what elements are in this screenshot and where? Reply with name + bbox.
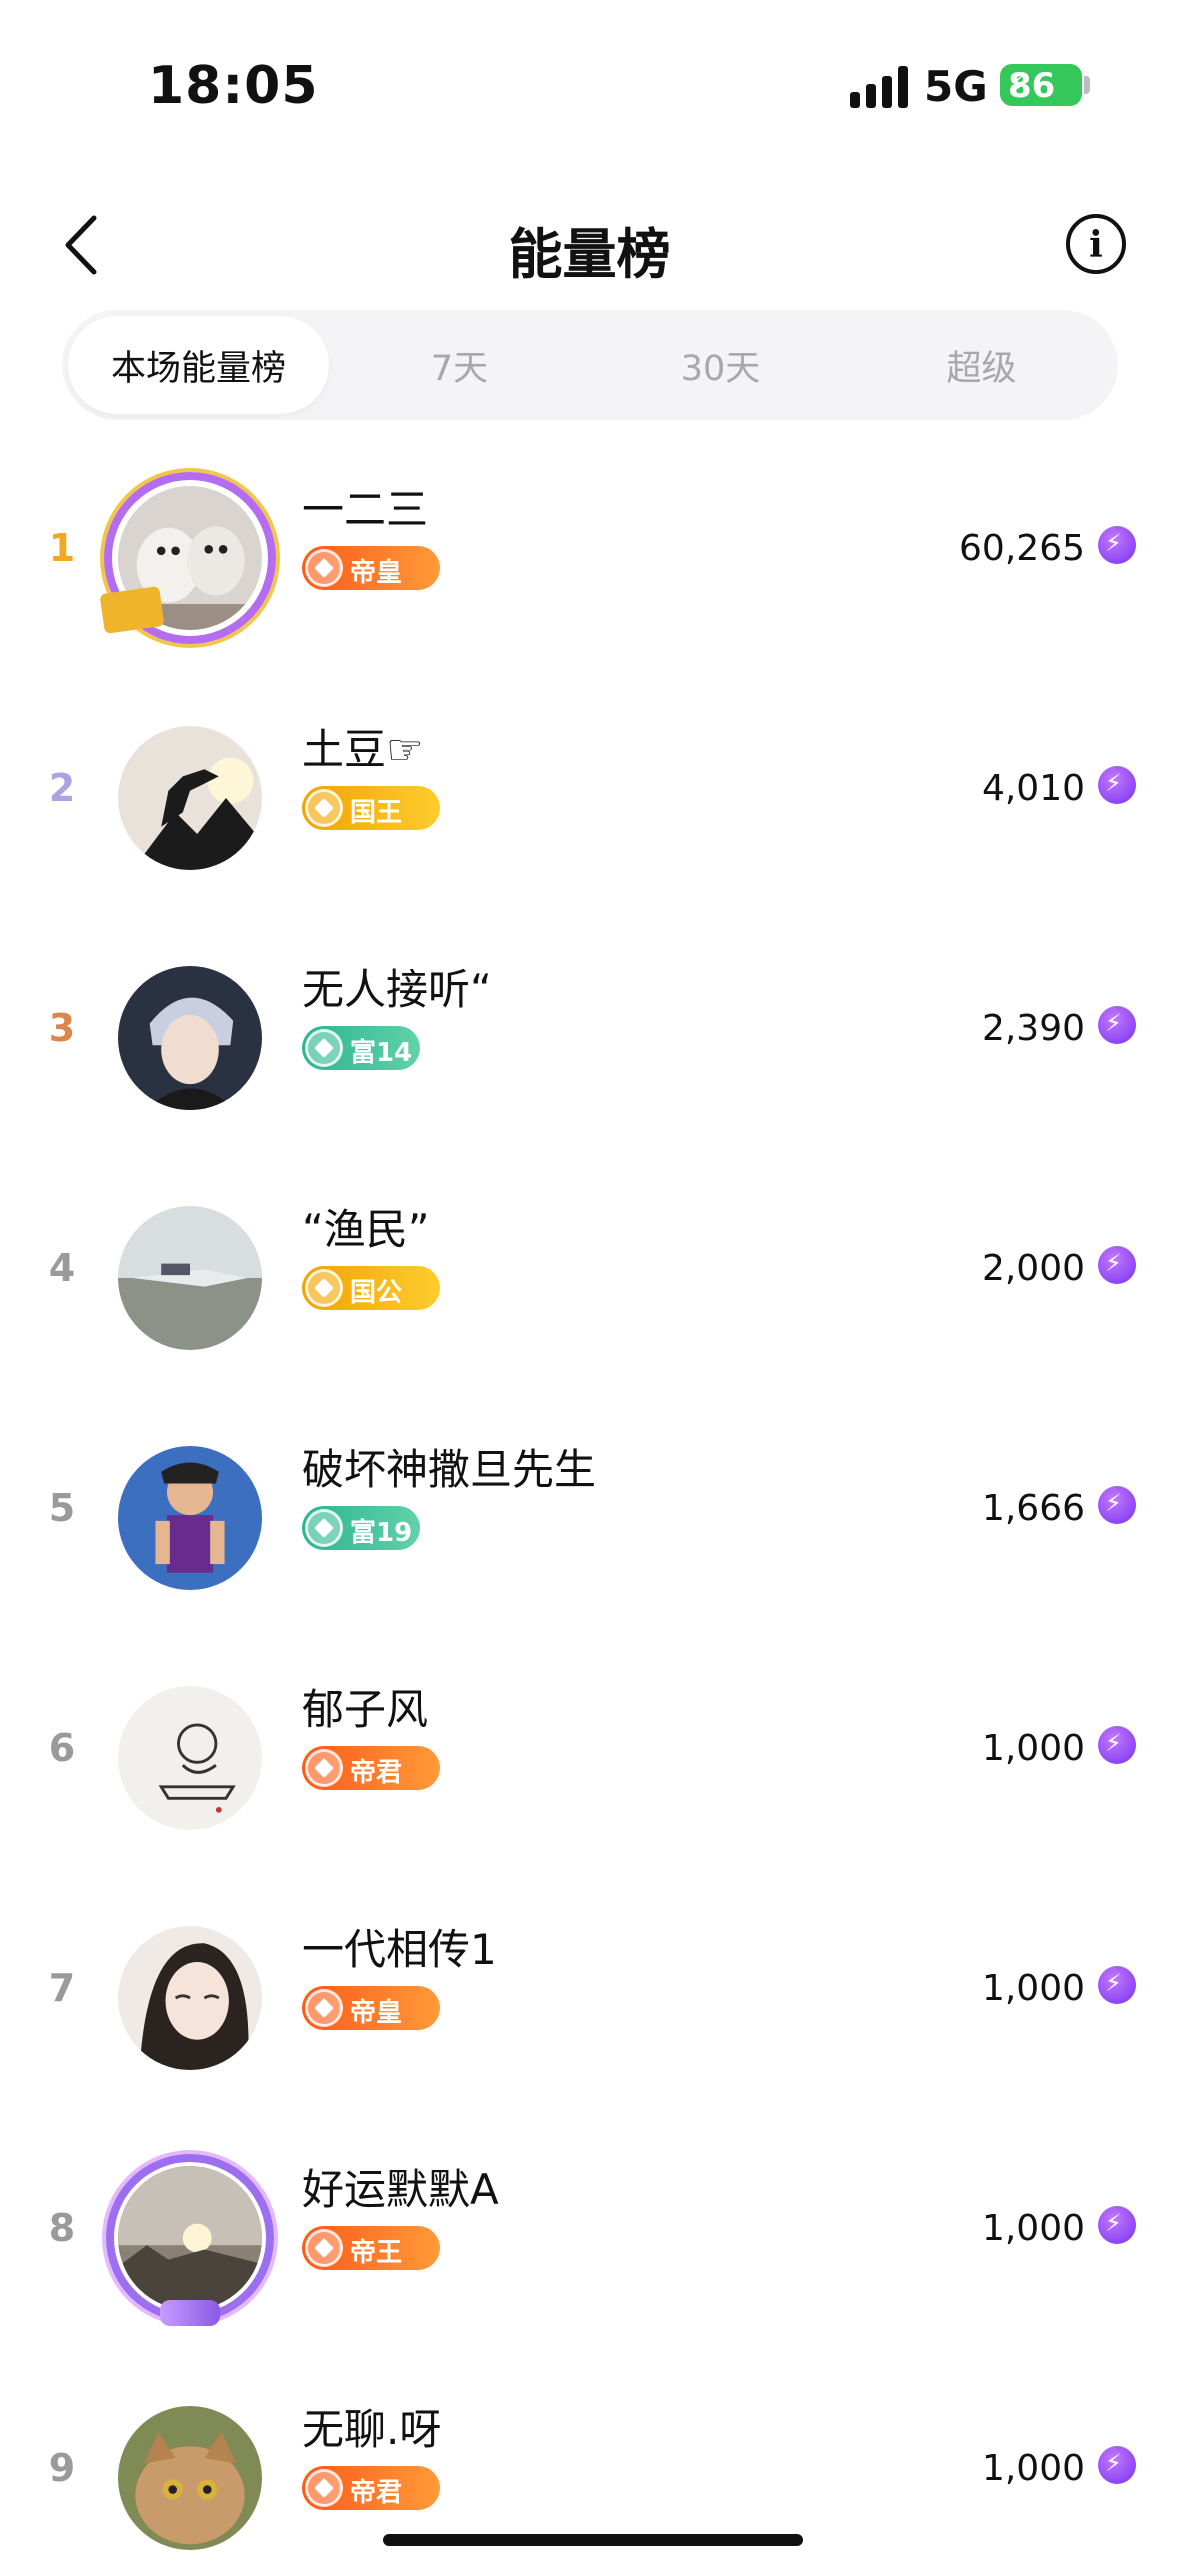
rank-badge: 帝皇 — [302, 546, 440, 590]
rank-number: 5 — [48, 1486, 76, 1530]
avatar — [118, 2406, 262, 2550]
user-name: 无聊.呀 — [302, 2405, 442, 2454]
user-name: 破坏神撒旦先生 — [302, 1445, 597, 1494]
chevron-badge-icon — [305, 2229, 343, 2267]
avatar — [118, 966, 262, 1110]
energy-value: 1,666 — [981, 1488, 1085, 1529]
battery-icon: 86 ⚡ — [1000, 64, 1082, 106]
period-tabs: 本场能量榜 7天 30天 超级 — [62, 310, 1118, 420]
rank-number: 7 — [48, 1966, 76, 2010]
ink-sketch-avatar-icon — [118, 1686, 262, 1830]
energy-bolt-icon — [1098, 2206, 1136, 2244]
rank-badge: 国公 — [302, 1266, 440, 1310]
user-name: “渔民” — [302, 1205, 430, 1254]
ranking-row[interactable]: 2 土豆☞ 国王 4,010 — [0, 680, 1179, 920]
chevron-badge-icon — [305, 1749, 343, 1787]
user-name: 一二三 — [302, 485, 429, 534]
user-name: 好运默默A — [302, 2165, 499, 2214]
battery-tip — [1084, 76, 1090, 94]
network-type: 5G — [924, 62, 988, 111]
user-name: 无人接听“ — [302, 965, 492, 1014]
user-name: 一代相传1 — [302, 1925, 497, 1974]
ranking-row[interactable]: 4 “渔民” 国公 2,000 — [0, 1160, 1179, 1400]
tab-7-days[interactable]: 7天 — [329, 316, 590, 414]
user-name: 郁子风 — [302, 1685, 429, 1734]
energy-bolt-icon — [1098, 1486, 1136, 1524]
diamond-badge-icon — [305, 549, 343, 587]
avatar — [118, 1446, 262, 1590]
ranking-row[interactable]: 1 一二三 帝皇 60,265 — [0, 440, 1179, 680]
cat-photo-avatar-icon — [118, 2406, 262, 2550]
ranking-row[interactable]: 5 破坏神撒旦先生 富19 1,666 — [0, 1400, 1179, 1640]
energy-value: 1,000 — [981, 2208, 1085, 2249]
ranking-row[interactable]: 7 一代相传1 帝皇 1,000 — [0, 1880, 1179, 2120]
energy-bolt-icon — [1098, 2446, 1136, 2484]
energy-bolt-icon — [1098, 766, 1136, 804]
rank-number: 3 — [48, 1006, 76, 1050]
silhouette-climbers-avatar-icon — [118, 726, 262, 870]
energy-value: 1,000 — [981, 1968, 1085, 2009]
ranking-row[interactable]: 6 郁子风 帝君 1,000 — [0, 1640, 1179, 1880]
energy-value: 2,000 — [981, 1248, 1085, 1289]
charging-bolt-icon: ⚡ — [1008, 68, 1028, 101]
wealth-badge-icon — [305, 1029, 343, 1067]
tab-30-days[interactable]: 30天 — [590, 316, 851, 414]
avatar — [118, 1206, 262, 1350]
energy-value: 1,000 — [981, 1728, 1085, 1769]
rank-number: 1 — [48, 526, 76, 570]
ranking-row[interactable]: 3 无人接听“ 富14 2,390 — [0, 920, 1179, 1160]
energy-value: 60,265 — [959, 528, 1085, 569]
energy-value: 1,000 — [981, 2448, 1085, 2489]
rank-badge: 帝君 — [302, 1746, 440, 1790]
cartoon-character-avatar-icon — [118, 1446, 262, 1590]
rank-number: 2 — [48, 766, 76, 810]
tab-super[interactable]: 超级 — [851, 316, 1112, 414]
avatar — [118, 1686, 262, 1830]
anime-boy-avatar-icon — [118, 966, 262, 1110]
info-button[interactable]: i — [1066, 214, 1126, 274]
rank-number: 8 — [48, 2206, 76, 2250]
girl-portrait-avatar-icon — [118, 1926, 262, 2070]
tab-current-session[interactable]: 本场能量榜 — [68, 316, 329, 414]
chevron-badge-icon — [305, 2469, 343, 2507]
rank-number: 9 — [48, 2446, 76, 2490]
energy-bolt-icon — [1098, 1966, 1136, 2004]
gold-card-icon — [99, 586, 165, 634]
energy-bolt-icon — [1098, 1726, 1136, 1764]
diamond-badge-icon — [305, 1989, 343, 2027]
energy-value: 2,390 — [981, 1008, 1085, 1049]
energy-bolt-icon — [1098, 526, 1136, 564]
energy-value: 4,010 — [981, 768, 1085, 809]
rank-badge: 富19 — [302, 1506, 420, 1550]
boats-lake-avatar-icon — [118, 1206, 262, 1350]
ranking-row[interactable]: 8 好运默默A 帝王 1,000 — [0, 2120, 1179, 2360]
status-bar: 18:05 5G 86 ⚡ — [0, 0, 1179, 170]
energy-bolt-icon — [1098, 1246, 1136, 1284]
energy-bolt-icon — [1098, 1006, 1136, 1044]
sunset-landscape-avatar-icon — [118, 2166, 262, 2310]
rank-badge: 帝王 — [302, 2226, 440, 2270]
ranking-row[interactable]: 9 无聊.呀 帝君 1,000 — [0, 2360, 1179, 2556]
rank-badge: 国王 — [302, 786, 440, 830]
rank-number: 6 — [48, 1726, 76, 1770]
diamond-badge-icon — [305, 1269, 343, 1307]
rank-badge: 富14 — [302, 1026, 420, 1070]
avatar — [118, 2166, 262, 2310]
diamond-badge-icon — [305, 789, 343, 827]
avatar — [118, 1926, 262, 2070]
page-title: 能量榜 — [508, 223, 671, 286]
home-indicator[interactable] — [383, 2534, 803, 2546]
rank-badge: 帝君 — [302, 2466, 440, 2510]
user-name: 土豆☞ — [302, 725, 424, 774]
signal-strength-icon — [850, 66, 908, 108]
frame-crest-icon — [160, 2300, 220, 2326]
rank-number: 4 — [48, 1246, 76, 1290]
wealth-badge-icon — [305, 1509, 343, 1547]
status-time: 18:05 — [148, 56, 319, 116]
rank-badge: 帝皇 — [302, 1986, 440, 2030]
avatar — [118, 726, 262, 870]
info-icon: i — [1089, 224, 1103, 266]
